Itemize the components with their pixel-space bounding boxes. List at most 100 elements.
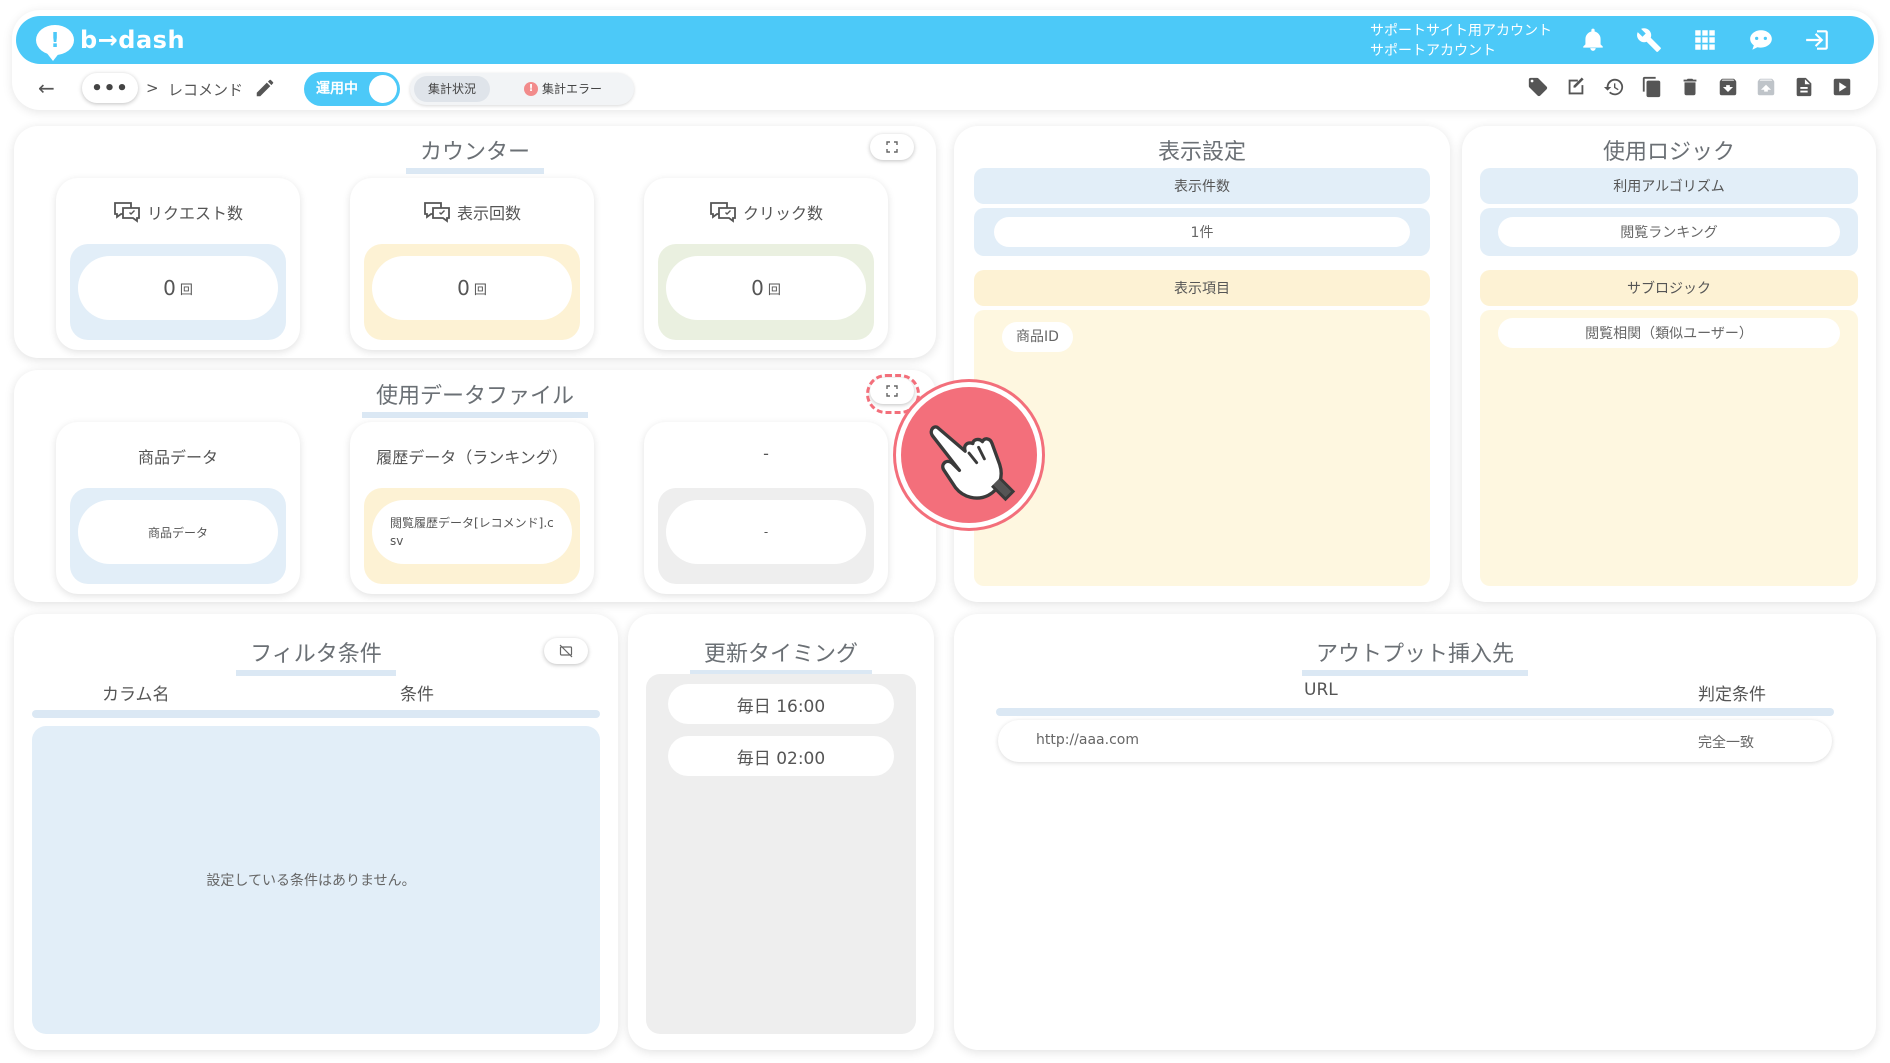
counter-expand-button[interactable] xyxy=(870,134,914,160)
account-line-1: サポートサイト用アカウント xyxy=(1370,23,1552,39)
trash-icon[interactable] xyxy=(1678,74,1702,100)
logout-icon[interactable] xyxy=(1800,24,1834,56)
play-icon[interactable] xyxy=(1830,74,1854,100)
request-count-unit: 回 xyxy=(179,282,193,298)
click-count-box: 0回 xyxy=(658,244,874,340)
copy-icon[interactable] xyxy=(1640,74,1664,100)
match-condition-header: 判定条件 xyxy=(1698,685,1766,705)
logo-text: b→dash xyxy=(80,26,186,54)
timing-title: 更新タイミング xyxy=(689,636,872,676)
timing-item: 毎日 16:00 xyxy=(668,684,894,724)
timing-item: 毎日 02:00 xyxy=(668,736,894,776)
data-files-panel: 使用データファイル 商品データ 商品データ 履歴データ（ランキング） 閲覧履歴デ… xyxy=(14,370,936,602)
toggle-label: 運用中 xyxy=(316,81,358,97)
aggregate-error-tab[interactable]: ! 集計エラー xyxy=(524,76,602,102)
data-files-title-wrap: 使用データファイル xyxy=(14,378,936,418)
chat-bot-icon[interactable] xyxy=(1744,24,1778,56)
page-title: レコメンド xyxy=(168,81,244,99)
chat-bubbles-icon xyxy=(114,202,140,223)
pointing-hand-icon xyxy=(929,425,1016,502)
click-count-number: 0 xyxy=(751,276,764,300)
display-count-value: 1件 xyxy=(994,217,1410,247)
timing-title-wrap: 更新タイミング xyxy=(628,636,934,676)
top-bar: ! b→dash サポートサイト用アカウント サポートアカウント xyxy=(16,16,1874,64)
request-count-label-wrap: リクエスト数 xyxy=(56,200,300,224)
request-count-number: 0 xyxy=(163,276,176,300)
logo-mark-icon: ! xyxy=(36,25,74,61)
filter-empty-message: 設定している条件はありません。 xyxy=(206,873,416,889)
output-url: http://aaa.com xyxy=(1036,732,1139,748)
archive-icon[interactable] xyxy=(1716,74,1740,100)
display-count-body: 1件 xyxy=(974,208,1430,256)
display-settings-panel: 表示設定 表示件数 1件 表示項目 商品ID xyxy=(954,126,1450,602)
view-count-number: 0 xyxy=(457,276,470,300)
tutorial-pointer xyxy=(896,382,1042,528)
request-count-box: 0回 xyxy=(70,244,286,340)
algorithm-body: 閲覧ランキング xyxy=(1480,208,1858,256)
tag-icon[interactable] xyxy=(1526,74,1550,100)
request-count-value: 0回 xyxy=(78,256,278,320)
product-data-card: 商品データ 商品データ xyxy=(56,422,300,594)
chat-bubbles-icon xyxy=(710,202,736,223)
chat-bubbles-icon xyxy=(424,202,450,223)
nav-bar: ← ••• > レコメンド 運用中 集計状況 ! 集計エラー xyxy=(16,70,1874,106)
status-toggle[interactable]: 運用中 xyxy=(304,72,400,106)
document-icon[interactable] xyxy=(1792,74,1816,100)
output-title-wrap: アウトプット挿入先 xyxy=(954,636,1876,676)
view-count-label-wrap: 表示回数 xyxy=(350,200,594,224)
data-files-title: 使用データファイル xyxy=(361,378,588,418)
output-title: アウトプット挿入先 xyxy=(1301,636,1528,676)
output-divider xyxy=(996,708,1834,716)
counter-title: カウンター xyxy=(405,134,544,174)
sub-logic-header: サブロジック xyxy=(1480,270,1858,306)
no-image-icon xyxy=(559,644,573,658)
back-button[interactable]: ← xyxy=(38,76,55,100)
output-row[interactable]: http://aaa.com 完全一致 xyxy=(998,720,1832,762)
edit-icon[interactable] xyxy=(1564,74,1588,100)
display-item-chip: 商品ID xyxy=(1002,322,1073,352)
algorithm-header: 利用アルゴリズム xyxy=(1480,168,1858,204)
click-count-card: クリック数 0回 xyxy=(644,178,888,350)
view-count-box: 0回 xyxy=(364,244,580,340)
product-data-value[interactable]: 商品データ xyxy=(78,500,278,564)
column-name-header: カラム名 xyxy=(102,685,170,705)
bell-icon[interactable] xyxy=(1576,24,1610,56)
sub-logic-value: 閲覧相関（類似ユーザー） xyxy=(1498,318,1840,348)
account-info[interactable]: サポートサイト用アカウント サポートアカウント xyxy=(1370,21,1552,61)
history-data-label: 履歴データ（ランキング） xyxy=(376,448,568,467)
account-line-2: サポートアカウント xyxy=(1370,43,1496,59)
display-items-body: 商品ID xyxy=(974,310,1430,586)
click-count-label: クリック数 xyxy=(742,204,823,223)
click-count-value: 0回 xyxy=(666,256,866,320)
grid-icon[interactable] xyxy=(1688,24,1722,56)
filter-title-wrap: フィルタ条件 xyxy=(14,636,618,676)
aggregate-error-label: 集計エラー xyxy=(542,82,603,96)
logo[interactable]: ! b→dash xyxy=(36,22,186,61)
click-count-unit: 回 xyxy=(767,282,781,298)
error-icon: ! xyxy=(524,82,538,96)
pencil-icon[interactable] xyxy=(254,77,276,99)
breadcrumb-more-button[interactable]: ••• xyxy=(82,73,138,103)
history-icon[interactable] xyxy=(1602,74,1626,100)
wrench-icon[interactable] xyxy=(1632,24,1666,56)
archive-disabled-icon xyxy=(1754,74,1778,100)
view-count-unit: 回 xyxy=(473,282,487,298)
condition-header: 条件 xyxy=(400,685,434,705)
aggregate-status-tab[interactable]: 集計状況 xyxy=(414,76,491,102)
output-panel: アウトプット挿入先 URL 判定条件 http://aaa.com 完全一致 xyxy=(954,614,1876,1050)
url-header: URL xyxy=(1304,680,1338,700)
empty-data-value: - xyxy=(666,500,866,564)
breadcrumb-separator: > xyxy=(146,79,159,97)
view-count-card: 表示回数 0回 xyxy=(350,178,594,350)
sub-logic-body: 閲覧相関（類似ユーザー） xyxy=(1480,310,1858,586)
counter-panel: カウンター リクエスト数 0回 表示回数 0回 クリック数 0回 xyxy=(14,126,936,358)
output-match-condition: 完全一致 xyxy=(1698,735,1754,751)
expand-icon xyxy=(886,141,898,153)
filter-panel: フィルタ条件 カラム名 条件 設定している条件はありません。 xyxy=(14,614,618,1050)
aggregate-status-group: 集計状況 ! 集計エラー xyxy=(410,73,634,105)
filter-hide-button[interactable] xyxy=(544,638,588,664)
history-data-value[interactable]: 閲覧履歴データ[レコメンド].csv xyxy=(372,500,572,564)
request-count-card: リクエスト数 0回 xyxy=(56,178,300,350)
request-count-label: リクエスト数 xyxy=(146,204,243,223)
display-count-header: 表示件数 xyxy=(974,168,1430,204)
